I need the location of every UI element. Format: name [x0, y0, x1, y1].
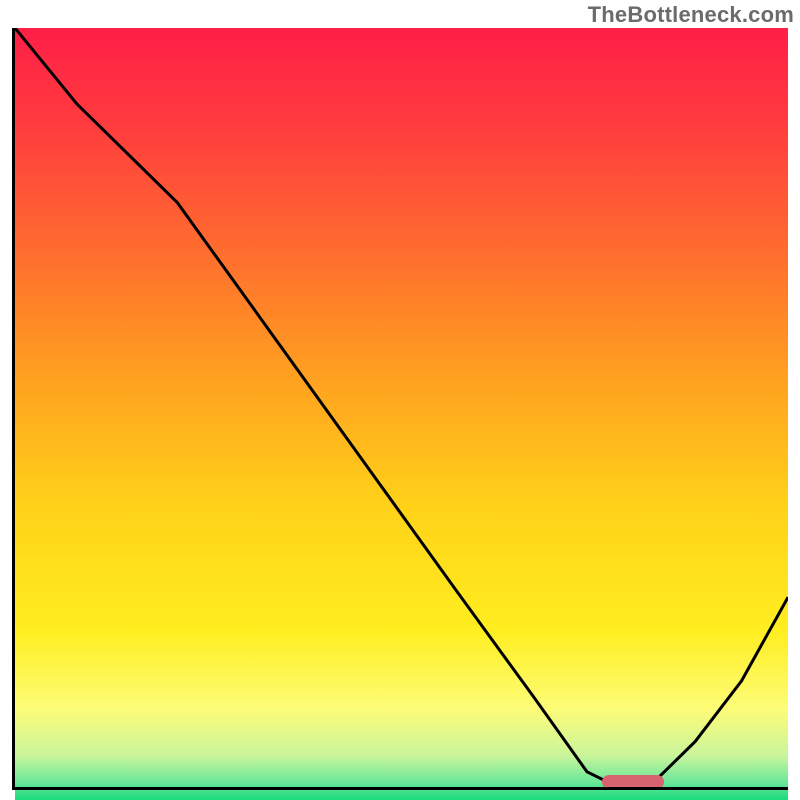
watermark-text: TheBottleneck.com	[588, 2, 794, 28]
bottleneck-chart: TheBottleneck.com	[0, 0, 800, 800]
optimal-range-marker	[602, 775, 664, 789]
plot-area	[12, 28, 788, 790]
bottleneck-curve	[15, 28, 788, 787]
